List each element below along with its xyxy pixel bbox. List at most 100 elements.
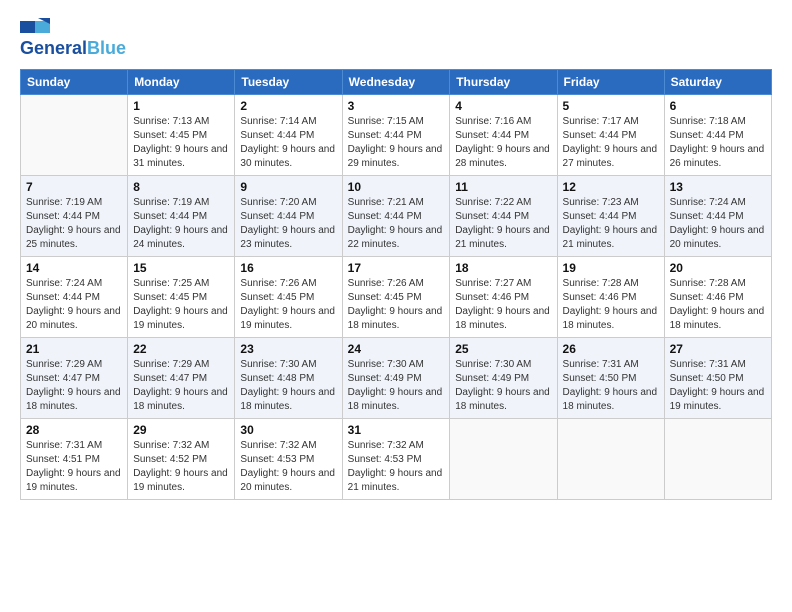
day-number: 27 [670,342,766,356]
table-row: 23 Sunrise: 7:30 AMSunset: 4:48 PMDayligh… [235,338,342,419]
sunset-text: Sunset: 4:50 PM [670,372,766,386]
sunrise-text: Sunrise: 7:25 AM [133,277,229,291]
day-number: 1 [133,99,229,113]
day-info: Sunrise: 7:31 AMSunset: 4:50 PMDaylight:… [670,358,766,414]
day-number: 13 [670,180,766,194]
daylight-text: Daylight: 9 hours and 18 minutes. [133,386,229,414]
sunrise-text: Sunrise: 7:21 AM [348,196,445,210]
table-row: 12Sunrise: 7:23 AMSunset: 4:44 PMDayligh… [557,176,664,257]
calendar-week-row: 14Sunrise: 7:24 AMSunset: 4:44 PMDayligh… [21,257,772,338]
table-row: 31Sunrise: 7:32 AMSunset: 4:53 PMDayligh… [342,419,450,500]
sunset-text: Sunset: 4:44 PM [240,210,336,224]
table-row: 27 Sunrise: 7:31 AMSunset: 4:50 PMDayligh… [664,338,771,419]
table-row: 5Sunrise: 7:17 AMSunset: 4:44 PMDaylight… [557,95,664,176]
sunrise-text: Sunrise: 7:14 AM [240,115,336,129]
sunset-text: Sunset: 4:48 PM [240,372,336,386]
daylight-text: Daylight: 9 hours and 18 minutes. [563,305,659,333]
sunset-text: Sunset: 4:46 PM [563,291,659,305]
sunset-text: Sunset: 4:46 PM [455,291,551,305]
daylight-text: Daylight: 9 hours and 21 minutes. [455,224,551,252]
sunrise-text: Sunrise: 7:30 AM [240,358,336,372]
table-row: 3Sunrise: 7:15 AMSunset: 4:44 PMDaylight… [342,95,450,176]
daylight-text: Daylight: 9 hours and 31 minutes. [133,143,229,171]
day-number: 22 [133,342,229,356]
sunset-text: Sunset: 4:51 PM [26,453,122,467]
day-number: 6 [670,99,766,113]
table-row: 2Sunrise: 7:14 AMSunset: 4:44 PMDaylight… [235,95,342,176]
day-number: 11 [455,180,551,194]
daylight-text: Daylight: 9 hours and 20 minutes. [26,305,122,333]
sunrise-text: Sunrise: 7:32 AM [240,439,336,453]
sunset-text: Sunset: 4:53 PM [240,453,336,467]
daylight-text: Daylight: 9 hours and 20 minutes. [240,467,336,495]
sunset-text: Sunset: 4:44 PM [670,210,766,224]
day-info: Sunrise: 7:14 AMSunset: 4:44 PMDaylight:… [240,115,336,171]
sunset-text: Sunset: 4:44 PM [26,291,122,305]
sunrise-text: Sunrise: 7:17 AM [563,115,659,129]
col-wednesday: Wednesday [342,70,450,95]
day-info: Sunrise: 7:30 AMSunset: 4:49 PMDaylight:… [455,358,551,414]
day-number: 14 [26,261,122,275]
daylight-text: Daylight: 9 hours and 26 minutes. [670,143,766,171]
header: GeneralBlue [20,18,772,59]
day-info: Sunrise: 7:17 AMSunset: 4:44 PMDaylight:… [563,115,659,171]
day-info: Sunrise: 7:31 AMSunset: 4:51 PMDaylight:… [26,439,122,495]
sunset-text: Sunset: 4:44 PM [563,129,659,143]
table-row: 6Sunrise: 7:18 AMSunset: 4:44 PMDaylight… [664,95,771,176]
sunset-text: Sunset: 4:45 PM [348,291,445,305]
day-number: 20 [670,261,766,275]
sunset-text: Sunset: 4:44 PM [455,210,551,224]
table-row: 9Sunrise: 7:20 AMSunset: 4:44 PMDaylight… [235,176,342,257]
day-info: Sunrise: 7:30 AMSunset: 4:48 PMDaylight:… [240,358,336,414]
daylight-text: Daylight: 9 hours and 25 minutes. [26,224,122,252]
day-number: 18 [455,261,551,275]
sunrise-text: Sunrise: 7:30 AM [455,358,551,372]
sunrise-text: Sunrise: 7:23 AM [563,196,659,210]
col-tuesday: Tuesday [235,70,342,95]
day-info: Sunrise: 7:21 AMSunset: 4:44 PMDaylight:… [348,196,445,252]
daylight-text: Daylight: 9 hours and 27 minutes. [563,143,659,171]
day-number: 24 [348,342,445,356]
sunrise-text: Sunrise: 7:19 AM [133,196,229,210]
day-info: Sunrise: 7:13 AMSunset: 4:45 PMDaylight:… [133,115,229,171]
table-row: 26Sunrise: 7:31 AMSunset: 4:50 PMDayligh… [557,338,664,419]
table-row [450,419,557,500]
daylight-text: Daylight: 9 hours and 30 minutes. [240,143,336,171]
table-row: 22Sunrise: 7:29 AMSunset: 4:47 PMDayligh… [128,338,235,419]
sunrise-text: Sunrise: 7:20 AM [240,196,336,210]
day-number: 28 [26,423,122,437]
day-info: Sunrise: 7:30 AMSunset: 4:49 PMDaylight:… [348,358,445,414]
sunrise-text: Sunrise: 7:29 AM [26,358,122,372]
day-info: Sunrise: 7:22 AMSunset: 4:44 PMDaylight:… [455,196,551,252]
table-row: 14Sunrise: 7:24 AMSunset: 4:44 PMDayligh… [21,257,128,338]
calendar-week-row: 1 Sunrise: 7:13 AMSunset: 4:45 PMDaylight… [21,95,772,176]
table-row [557,419,664,500]
day-info: Sunrise: 7:25 AMSunset: 4:45 PMDaylight:… [133,277,229,333]
sunrise-text: Sunrise: 7:27 AM [455,277,551,291]
table-row: 17Sunrise: 7:26 AMSunset: 4:45 PMDayligh… [342,257,450,338]
day-info: Sunrise: 7:28 AMSunset: 4:46 PMDaylight:… [563,277,659,333]
sunrise-text: Sunrise: 7:26 AM [240,277,336,291]
logo-text: GeneralBlue [20,38,126,59]
calendar-table: Sunday Monday Tuesday Wednesday Thursday… [20,69,772,500]
table-row: 16Sunrise: 7:26 AMSunset: 4:45 PMDayligh… [235,257,342,338]
sunrise-text: Sunrise: 7:31 AM [26,439,122,453]
table-row: 11 Sunrise: 7:22 AMSunset: 4:44 PMDayligh… [450,176,557,257]
table-row [664,419,771,500]
daylight-text: Daylight: 9 hours and 19 minutes. [133,467,229,495]
sunrise-text: Sunrise: 7:31 AM [670,358,766,372]
table-row: 25Sunrise: 7:30 AMSunset: 4:49 PMDayligh… [450,338,557,419]
day-number: 12 [563,180,659,194]
day-number: 23 [240,342,336,356]
daylight-text: Daylight: 9 hours and 29 minutes. [348,143,445,171]
daylight-text: Daylight: 9 hours and 18 minutes. [26,386,122,414]
daylight-text: Daylight: 9 hours and 18 minutes. [455,305,551,333]
day-info: Sunrise: 7:16 AMSunset: 4:44 PMDaylight:… [455,115,551,171]
daylight-text: Daylight: 9 hours and 18 minutes. [455,386,551,414]
sunrise-text: Sunrise: 7:13 AM [133,115,229,129]
sunrise-text: Sunrise: 7:32 AM [133,439,229,453]
day-info: Sunrise: 7:28 AMSunset: 4:46 PMDaylight:… [670,277,766,333]
table-row: 4Sunrise: 7:16 AMSunset: 4:44 PMDaylight… [450,95,557,176]
sunrise-text: Sunrise: 7:28 AM [670,277,766,291]
sunrise-text: Sunrise: 7:31 AM [563,358,659,372]
